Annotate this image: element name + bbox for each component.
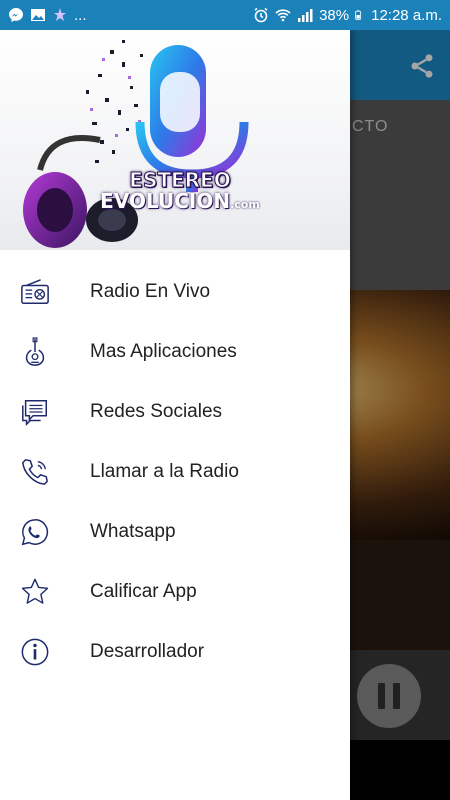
phone-icon xyxy=(19,456,51,488)
sparkle-icon xyxy=(54,8,66,21)
logo-line-1: ESTEREO xyxy=(129,168,231,192)
menu-item-radio-en-vivo[interactable]: Radio En Vivo xyxy=(0,262,350,322)
menu-item-label: Mas Aplicaciones xyxy=(90,341,237,362)
radio-icon xyxy=(19,276,51,308)
menu-item-calificar-app[interactable]: Calificar App xyxy=(0,562,350,622)
status-bar-right: 38% 12:28 a.m. xyxy=(253,7,442,24)
menu-item-mas-aplicaciones[interactable]: Mas Aplicaciones xyxy=(0,322,350,382)
info-icon xyxy=(19,636,51,668)
drawer-header: ESTEREO EVOLUCION.com xyxy=(0,30,350,250)
status-overflow: ... xyxy=(74,6,87,24)
menu-item-whatsapp[interactable]: Whatsapp xyxy=(0,502,350,562)
menu-item-label: Radio En Vivo xyxy=(90,281,211,302)
signal-icon xyxy=(298,9,313,22)
battery-percent: 38% xyxy=(319,6,350,24)
logo-suffix: .com xyxy=(230,198,260,211)
menu-item-label: Redes Sociales xyxy=(90,401,223,422)
guitar-icon xyxy=(19,336,51,368)
station-logo xyxy=(23,40,249,248)
image-icon xyxy=(31,9,45,21)
chat-icon xyxy=(19,396,51,428)
status-bar-left: ... xyxy=(8,7,87,24)
menu-item-llamar-a-la-radio[interactable]: Llamar a la Radio xyxy=(0,442,350,502)
alarm-icon xyxy=(254,7,268,23)
menu-item-label: Desarrollador xyxy=(90,641,205,662)
whatsapp-icon xyxy=(19,516,51,548)
battery-icon xyxy=(355,10,362,20)
logo-line-2: EVOLUCION xyxy=(100,189,231,213)
navigation-drawer: ESTEREO EVOLUCION.com Radio En Vivo Mas … xyxy=(0,30,350,800)
menu-item-redes-sociales[interactable]: Redes Sociales xyxy=(0,382,350,442)
logo-text: ESTEREO EVOLUCION.com xyxy=(100,170,260,212)
menu-item-label: Calificar App xyxy=(90,581,197,602)
messenger-icon xyxy=(9,8,23,22)
menu-item-label: Whatsapp xyxy=(90,521,176,542)
logo-line-2-wrap: EVOLUCION.com xyxy=(100,191,260,212)
status-bar: ... 38% 12:28 a.m. xyxy=(0,0,450,30)
drawer-menu: Radio En Vivo Mas Aplicaciones Redes Soc… xyxy=(0,262,350,682)
wifi-icon xyxy=(275,9,291,22)
star-icon xyxy=(19,576,51,608)
music-notes-decoration xyxy=(86,40,143,163)
clock: 12:28 a.m. xyxy=(371,6,442,24)
menu-item-label: Llamar a la Radio xyxy=(90,461,239,482)
menu-item-desarrollador[interactable]: Desarrollador xyxy=(0,622,350,682)
